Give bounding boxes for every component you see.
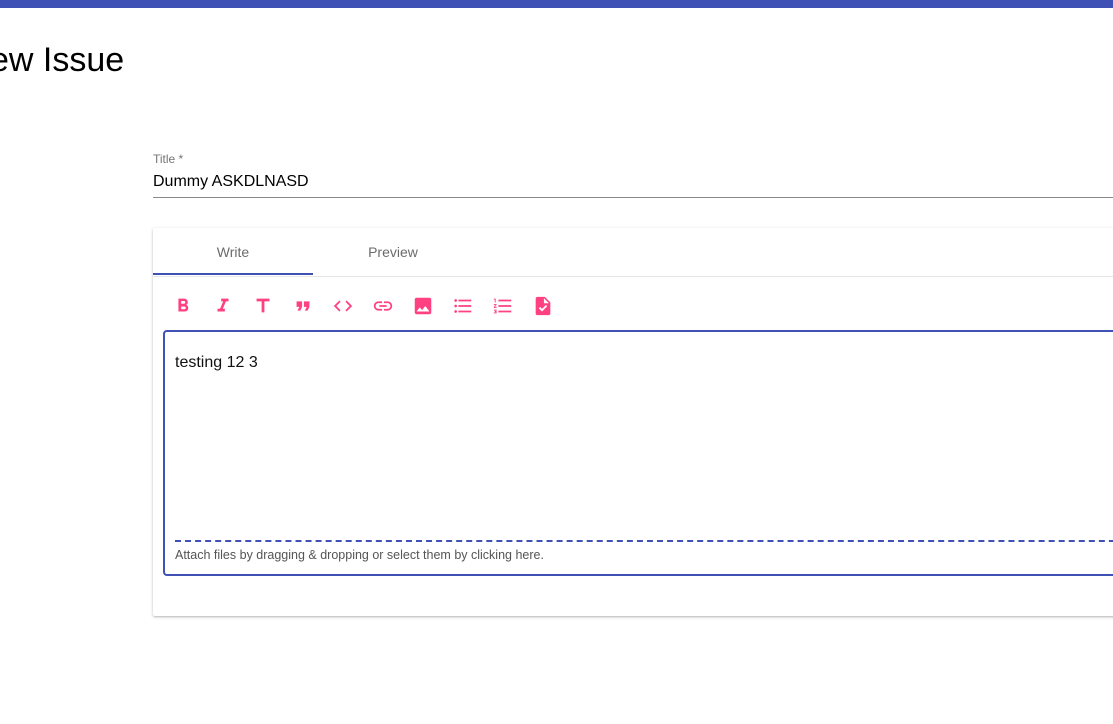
attach-files-dropzone[interactable]: Attach files by dragging & dropping or s… <box>175 548 544 562</box>
code-button[interactable] <box>327 290 359 322</box>
task-list-button[interactable] <box>527 290 559 322</box>
unordered-list-icon <box>454 299 472 313</box>
quote-icon <box>296 301 310 311</box>
title-field[interactable]: Title * <box>153 150 1113 198</box>
task-list-icon <box>535 296 551 316</box>
active-tab-indicator <box>153 273 313 275</box>
unordered-list-button[interactable] <box>447 290 479 322</box>
title-field-underline <box>153 197 1113 198</box>
heading-icon <box>256 298 270 313</box>
bold-icon <box>178 298 189 312</box>
dropzone-divider <box>175 540 1113 542</box>
bold-button[interactable] <box>167 290 199 322</box>
italic-button[interactable] <box>207 290 239 322</box>
title-input[interactable] <box>153 170 1113 194</box>
italic-icon <box>217 298 229 312</box>
quote-button[interactable] <box>287 290 319 322</box>
page-title: ew Issue <box>0 41 125 79</box>
link-icon <box>373 301 393 311</box>
ordered-list-icon <box>493 298 512 314</box>
link-button[interactable] <box>367 290 399 322</box>
heading-button[interactable] <box>247 290 279 322</box>
title-field-label: Title * <box>153 152 184 166</box>
tab-write[interactable]: Write <box>153 228 313 276</box>
editor-tabs: Write Preview <box>153 228 1113 277</box>
ordered-list-button[interactable] <box>487 290 519 322</box>
image-icon <box>414 297 432 315</box>
image-button[interactable] <box>407 290 439 322</box>
editor-content[interactable]: testing 12 3 <box>175 354 258 372</box>
editor-textarea[interactable]: testing 12 3 Attach files by dragging & … <box>163 330 1113 576</box>
top-app-bar <box>0 0 1113 8</box>
markdown-editor: Write Preview testing 12 3 Attach files … <box>153 228 1113 616</box>
formatting-toolbar <box>167 290 559 322</box>
code-icon <box>333 300 353 312</box>
tab-preview[interactable]: Preview <box>313 228 473 276</box>
